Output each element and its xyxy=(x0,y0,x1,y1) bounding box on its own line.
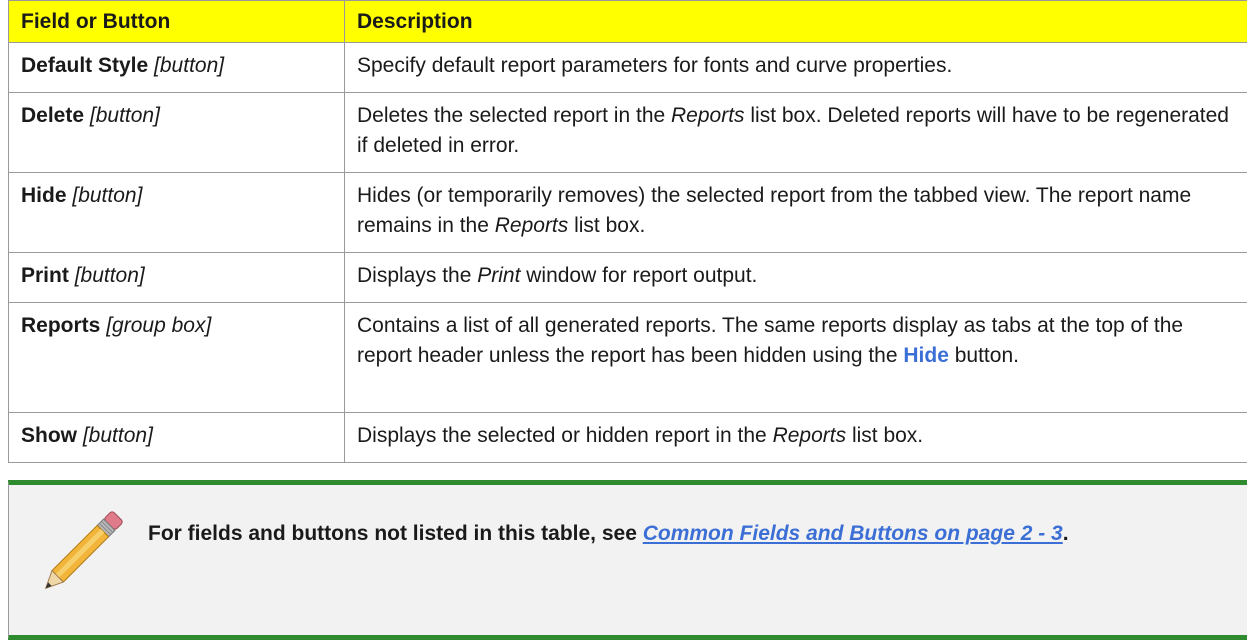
description-text: window for report output. xyxy=(520,264,758,287)
document-page: Field or Button Description Default Styl… xyxy=(0,0,1247,640)
description-emphasis: Print xyxy=(477,264,521,287)
table-row: Reports [group box] Contains a list of a… xyxy=(8,302,1247,413)
field-cell: Reports [group box] xyxy=(8,302,345,413)
description-emphasis: Reports xyxy=(772,424,847,447)
description-cell: Displays the selected or hidden report i… xyxy=(344,412,1247,463)
description-text: list box. xyxy=(568,214,646,237)
field-type: [button] xyxy=(89,104,160,127)
description-text: Hides (or temporarily removes) the selec… xyxy=(357,184,1192,237)
field-type: [button] xyxy=(82,424,153,447)
field-cell: Default Style [button] xyxy=(8,42,345,93)
description-cell: Displays the Print window for report out… xyxy=(344,252,1247,303)
description-cell: Specify default report parameters for fo… xyxy=(344,42,1247,93)
field-cell: Show [button] xyxy=(8,412,345,463)
field-type: [button] xyxy=(154,54,225,77)
field-type: [button] xyxy=(72,184,143,207)
description-cell: Contains a list of all generated reports… xyxy=(344,302,1247,413)
table-row: Delete [button] Deletes the selected rep… xyxy=(8,92,1247,173)
field-name: Delete xyxy=(21,104,85,127)
table-header-row: Field or Button Description xyxy=(8,0,1247,43)
description-text: Displays the xyxy=(357,264,478,287)
field-type: [group box] xyxy=(106,314,212,337)
description-text: Displays the selected or hidden report i… xyxy=(357,424,773,447)
hide-button-reference: Hide xyxy=(903,344,949,367)
pencil-icon xyxy=(44,511,123,590)
common-fields-link[interactable]: Common Fields and Buttons on page 2 - 3 xyxy=(643,522,1063,545)
note-callout: For fields and buttons not listed in thi… xyxy=(8,480,1247,640)
table-row: Print [button] Displays the Print window… xyxy=(8,252,1247,303)
note-prefix: For fields and buttons not listed in thi… xyxy=(148,522,643,545)
description-emphasis: Reports xyxy=(671,104,745,127)
table-row: Show [button] Displays the selected or h… xyxy=(8,412,1247,463)
field-name: Show xyxy=(21,424,77,447)
field-name: Print xyxy=(21,264,69,287)
field-name: Default Style xyxy=(21,54,149,77)
description-text: Contains a list of all generated reports… xyxy=(357,314,1184,367)
note-text: For fields and buttons not listed in thi… xyxy=(148,518,1208,550)
description-text: Specify default report parameters for fo… xyxy=(357,54,953,77)
table-row: Hide [button] Hides (or temporarily remo… xyxy=(8,172,1247,253)
column-header-description: Description xyxy=(344,0,1247,43)
field-reference-table: Field or Button Description Default Styl… xyxy=(8,0,1247,463)
description-emphasis: Reports xyxy=(494,214,569,237)
field-cell: Hide [button] xyxy=(8,172,345,253)
note-suffix: . xyxy=(1062,522,1069,545)
table-row: Default Style [button] Specify default r… xyxy=(8,42,1247,93)
field-cell: Print [button] xyxy=(8,252,345,303)
field-cell: Delete [button] xyxy=(8,92,345,173)
description-text: button. xyxy=(948,344,1019,367)
description-text: list box. xyxy=(846,424,924,447)
field-name: Hide xyxy=(21,184,67,207)
description-text: Deletes the selected report in the xyxy=(357,104,672,127)
description-cell: Deletes the selected report in the Repor… xyxy=(344,92,1247,173)
description-cell: Hides (or temporarily removes) the selec… xyxy=(344,172,1247,253)
column-header-field: Field or Button xyxy=(8,0,345,43)
field-type: [button] xyxy=(74,264,145,287)
field-name: Reports xyxy=(21,314,101,337)
